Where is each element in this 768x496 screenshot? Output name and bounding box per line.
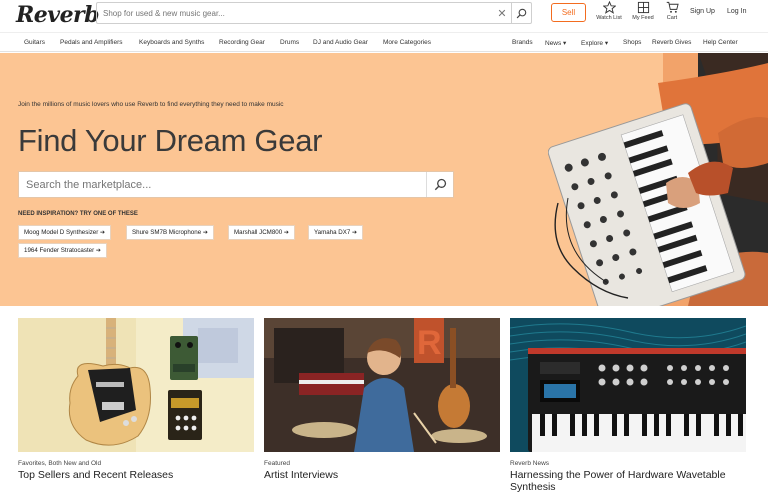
card-top-sellers-image xyxy=(18,318,254,452)
nav-keyboards-synths[interactable]: Keyboards and Synths xyxy=(139,39,204,46)
nav-dj-audio-gear[interactable]: DJ and Audio Gear xyxy=(313,39,368,46)
card-artist-interviews-image: R xyxy=(264,318,500,452)
top-bar: Reverb ✕ Sell Watch List My Feed Cart Si… xyxy=(0,0,768,28)
nav-recording-gear[interactable]: Recording Gear xyxy=(219,39,265,46)
marketplace-search xyxy=(18,171,454,198)
svg-text:R: R xyxy=(417,324,442,362)
card-wavetable-synthesis-image xyxy=(510,318,746,452)
nav-help-center[interactable]: Help Center xyxy=(703,39,738,46)
chip-shure-sm7b[interactable]: Shure SM7B Microphone ➔ xyxy=(126,225,215,240)
sell-button[interactable]: Sell xyxy=(551,3,586,22)
nav-reverb-gives[interactable]: Reverb Gives xyxy=(652,39,691,46)
chip-moog-model-d[interactable]: Moog Model D Synthesizer ➔ xyxy=(18,225,112,240)
hero-title: Find Your Dream Gear xyxy=(18,123,323,158)
reverb-logo[interactable]: Reverb xyxy=(16,2,100,28)
header-search-input[interactable] xyxy=(97,3,493,23)
sign-up-link[interactable]: Sign Up xyxy=(690,8,715,15)
feed-grid-icon xyxy=(637,1,649,14)
hero-banner: Join the millions of music lovers who us… xyxy=(0,53,768,306)
card-artist-interviews-kicker: Featured xyxy=(264,460,291,467)
card-artist-interviews[interactable]: R Featured Artist Interviews xyxy=(264,318,500,481)
card-top-sellers-kicker: Favorites, Both New and Old xyxy=(18,460,102,467)
chip-marshall-jcm800[interactable]: Marshall JCM800 ➔ xyxy=(228,225,296,240)
search-icon xyxy=(516,8,527,18)
watch-list-label: Watch List xyxy=(596,15,622,21)
nav-brands[interactable]: Brands xyxy=(512,39,533,46)
nav-shops[interactable]: Shops xyxy=(623,39,641,46)
card-top-sellers-title[interactable]: Top Sellers and Recent Releases xyxy=(18,469,254,481)
clear-icon[interactable]: ✕ xyxy=(493,7,511,20)
card-artist-interviews-title[interactable]: Artist Interviews xyxy=(264,469,500,481)
chip-1964-fender-stratocaster[interactable]: 1964 Fender Stratocaster ➔ xyxy=(18,243,108,258)
cart-link[interactable]: Cart xyxy=(655,1,689,21)
chip-yamaha-dx7[interactable]: Yamaha DX7 ➔ xyxy=(308,225,364,240)
watch-list-link[interactable]: Watch List xyxy=(592,1,626,21)
cart-label: Cart xyxy=(666,15,678,21)
star-icon xyxy=(602,1,616,14)
nav-more-categories[interactable]: More Categories xyxy=(383,39,431,46)
hero-tagline: Join the millions of music lovers who us… xyxy=(18,101,284,108)
inspiration-label: NEED INSPIRATION? TRY ONE OF THESE xyxy=(18,211,138,217)
header-search: ✕ xyxy=(96,2,532,24)
card-wavetable-synthesis-kicker: Reverb News xyxy=(510,460,550,467)
search-icon xyxy=(434,178,446,191)
card-top-sellers[interactable]: Favorites, Both New and Old Top Sellers … xyxy=(18,318,254,481)
nav-guitars[interactable]: Guitars xyxy=(24,39,45,46)
card-wavetable-synthesis[interactable]: Reverb News Harnessing the Power of Hard… xyxy=(510,318,746,493)
hero-synth-photo xyxy=(548,53,768,306)
marketplace-search-input[interactable] xyxy=(19,172,426,197)
header-search-button[interactable] xyxy=(511,3,531,23)
category-nav: Guitars Pedals and Amplifiers Keyboards … xyxy=(0,32,768,52)
my-feed-label: My Feed xyxy=(632,15,654,21)
nav-pedals-amplifiers[interactable]: Pedals and Amplifiers xyxy=(60,39,123,46)
marketplace-search-button[interactable] xyxy=(426,172,453,197)
log-in-link[interactable]: Log In xyxy=(727,8,746,15)
nav-drums[interactable]: Drums xyxy=(280,39,299,46)
nav-news[interactable]: News ▾ xyxy=(545,39,566,47)
card-wavetable-synthesis-title[interactable]: Harnessing the Power of Hardware Wavetab… xyxy=(510,469,746,493)
cart-icon xyxy=(666,1,679,13)
nav-explore[interactable]: Explore ▾ xyxy=(581,39,608,47)
